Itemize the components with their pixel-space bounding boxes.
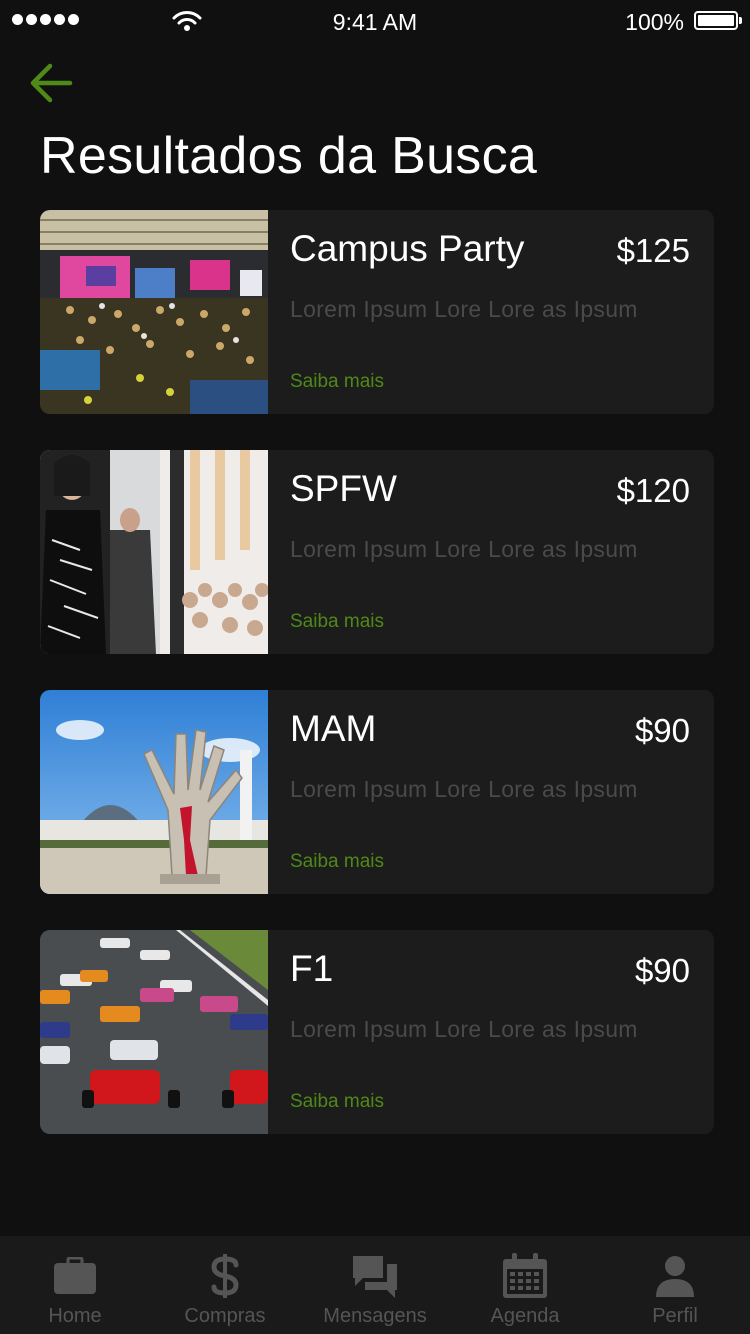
event-title: F1 bbox=[290, 948, 334, 989]
tab-home[interactable]: Home bbox=[0, 1236, 150, 1334]
tab-label: Perfil bbox=[652, 1305, 698, 1327]
page-title: Resultados da Busca bbox=[40, 127, 538, 185]
event-description: Lorem Ipsum Lore Lore as Ipsum bbox=[290, 536, 638, 562]
event-price: $120 bbox=[616, 472, 690, 509]
tab-compras[interactable]: Compras bbox=[150, 1236, 300, 1334]
battery-icon bbox=[694, 11, 742, 30]
status-bar: 9:41 AM 100% bbox=[0, 0, 750, 42]
screen: 9:41 AM 100% Resultados da Busca Campus … bbox=[0, 0, 750, 1334]
event-title: SPFW bbox=[290, 468, 397, 509]
event-title: Campus Party bbox=[290, 228, 525, 269]
event-image-campus-party bbox=[40, 210, 268, 414]
result-card-campus-party[interactable]: Campus Party $125 Lorem Ipsum Lore Lore … bbox=[40, 210, 714, 414]
tab-label: Compras bbox=[184, 1305, 266, 1327]
saiba-mais-link[interactable]: Saiba mais bbox=[290, 851, 384, 873]
result-card-f1[interactable]: F1 $90 Lorem Ipsum Lore Lore as Ipsum Sa… bbox=[40, 930, 714, 1134]
tab-agenda[interactable]: Agenda bbox=[450, 1236, 600, 1334]
back-button[interactable] bbox=[26, 60, 76, 106]
result-card-spfw[interactable]: SPFW $120 Lorem Ipsum Lore Lore as Ipsum… bbox=[40, 450, 714, 654]
event-price: $90 bbox=[634, 712, 690, 749]
event-image-spfw bbox=[40, 450, 268, 654]
saiba-mais-link[interactable]: Saiba mais bbox=[290, 1091, 384, 1113]
arrow-left-icon bbox=[30, 63, 73, 103]
tab-label: Agenda bbox=[490, 1305, 560, 1327]
results-list: Campus Party $125 Lorem Ipsum Lore Lore … bbox=[40, 210, 714, 1170]
tab-label: Home bbox=[48, 1305, 102, 1327]
battery-percentage: 100% bbox=[625, 9, 684, 35]
chat-icon bbox=[351, 1254, 399, 1298]
event-description: Lorem Ipsum Lore Lore as Ipsum bbox=[290, 296, 638, 322]
dollar-icon bbox=[210, 1254, 240, 1298]
result-card-mam[interactable]: MAM $90 Lorem Ipsum Lore Lore as Ipsum S… bbox=[40, 690, 714, 894]
tab-perfil[interactable]: Perfil bbox=[600, 1236, 750, 1334]
event-price: $90 bbox=[634, 952, 690, 989]
event-description: Lorem Ipsum Lore Lore as Ipsum bbox=[290, 1016, 638, 1042]
person-icon bbox=[655, 1254, 695, 1298]
event-title: MAM bbox=[290, 708, 377, 749]
briefcase-icon bbox=[53, 1254, 97, 1298]
tab-label: Mensagens bbox=[323, 1305, 427, 1327]
tab-bar: Home Compras Mensagens Agenda Perfil bbox=[0, 1236, 750, 1334]
tab-mensagens[interactable]: Mensagens bbox=[300, 1236, 450, 1334]
event-description: Lorem Ipsum Lore Lore as Ipsum bbox=[290, 776, 638, 802]
event-price: $125 bbox=[616, 232, 690, 269]
calendar-icon bbox=[502, 1253, 548, 1298]
event-image-f1 bbox=[40, 930, 268, 1134]
saiba-mais-link[interactable]: Saiba mais bbox=[290, 611, 384, 633]
saiba-mais-link[interactable]: Saiba mais bbox=[290, 371, 384, 393]
event-image-mam bbox=[40, 690, 268, 894]
